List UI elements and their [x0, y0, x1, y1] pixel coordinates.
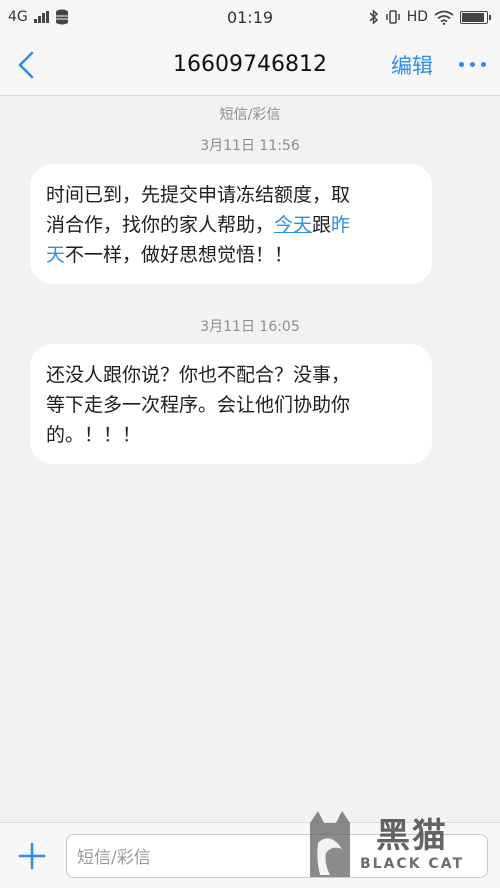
header-actions: 编辑 — [391, 50, 486, 80]
signal-icon — [33, 11, 49, 23]
bluetooth-icon — [369, 9, 378, 25]
add-attachment-button[interactable] — [14, 838, 50, 874]
wifi-icon — [434, 10, 454, 25]
chevron-left-icon — [18, 51, 34, 78]
message-thread[interactable]: 短信/彩信 3月11日 11:56 时间已到，先提交申请冻结额度，取 消合作，找… — [0, 96, 500, 822]
more-dots-icon[interactable] — [459, 62, 486, 67]
watermark-cn: 黑猫 — [376, 816, 448, 856]
date-link[interactable]: 今天 — [274, 214, 312, 236]
message-text: 不一样，做好思想觉悟！！ — [65, 244, 294, 266]
date-link[interactable]: 天 — [46, 244, 65, 266]
message-line: 还没人跟你说？你也不配合？没事， — [46, 364, 351, 386]
message-line: 等下走多一次程序。会让他们协助你 — [46, 394, 351, 416]
conversation-header: 16609746812 编辑 — [0, 34, 500, 96]
vibrate-icon — [385, 10, 400, 24]
message-line: 天不一样，做好思想觉悟！！ — [46, 240, 414, 270]
message-bubble[interactable]: 还没人跟你说？你也不配合？没事， 等下走多一次程序。会让他们协助你 的。！！！ — [30, 344, 432, 464]
status-right: HD — [369, 9, 491, 25]
message-line: 时间已到，先提交申请冻结额度，取 — [46, 184, 351, 206]
network-label: 4G — [8, 9, 28, 25]
hd-label: HD — [406, 9, 428, 25]
message-line: 的。！！！ — [46, 424, 142, 446]
back-button[interactable] — [18, 45, 58, 85]
message-line: 消合作，找你的家人帮助，今天跟昨 — [46, 210, 414, 240]
watermark: 黑猫 BLACK CAT — [306, 804, 496, 884]
message-bubble[interactable]: 时间已到，先提交申请冻结额度，取 消合作，找你的家人帮助，今天跟昨 天不一样，做… — [30, 164, 432, 284]
message-text: 消合作，找你的家人帮助， — [46, 214, 275, 236]
message-text: 跟 — [312, 214, 332, 236]
message-type-label: 短信/彩信 — [219, 107, 281, 123]
date-link[interactable]: 昨 — [331, 214, 350, 236]
watermark-en: BLACK CAT — [360, 856, 464, 872]
sms-screen: 4G 01:19 HD 16609746812 编辑 短信/彩信 3月11日 1… — [0, 0, 500, 888]
battery-icon — [460, 10, 491, 24]
plus-icon — [18, 842, 46, 869]
database-icon — [55, 9, 68, 25]
status-bar: 4G 01:19 HD — [0, 0, 500, 34]
watermark-text: 黑猫 BLACK CAT — [360, 816, 464, 872]
cat-logo-icon — [310, 811, 350, 877]
timestamp: 3月11日 16:05 — [200, 319, 300, 335]
edit-button[interactable]: 编辑 — [391, 50, 433, 80]
timestamp: 3月11日 11:56 — [200, 138, 300, 154]
status-left: 4G — [8, 9, 69, 25]
